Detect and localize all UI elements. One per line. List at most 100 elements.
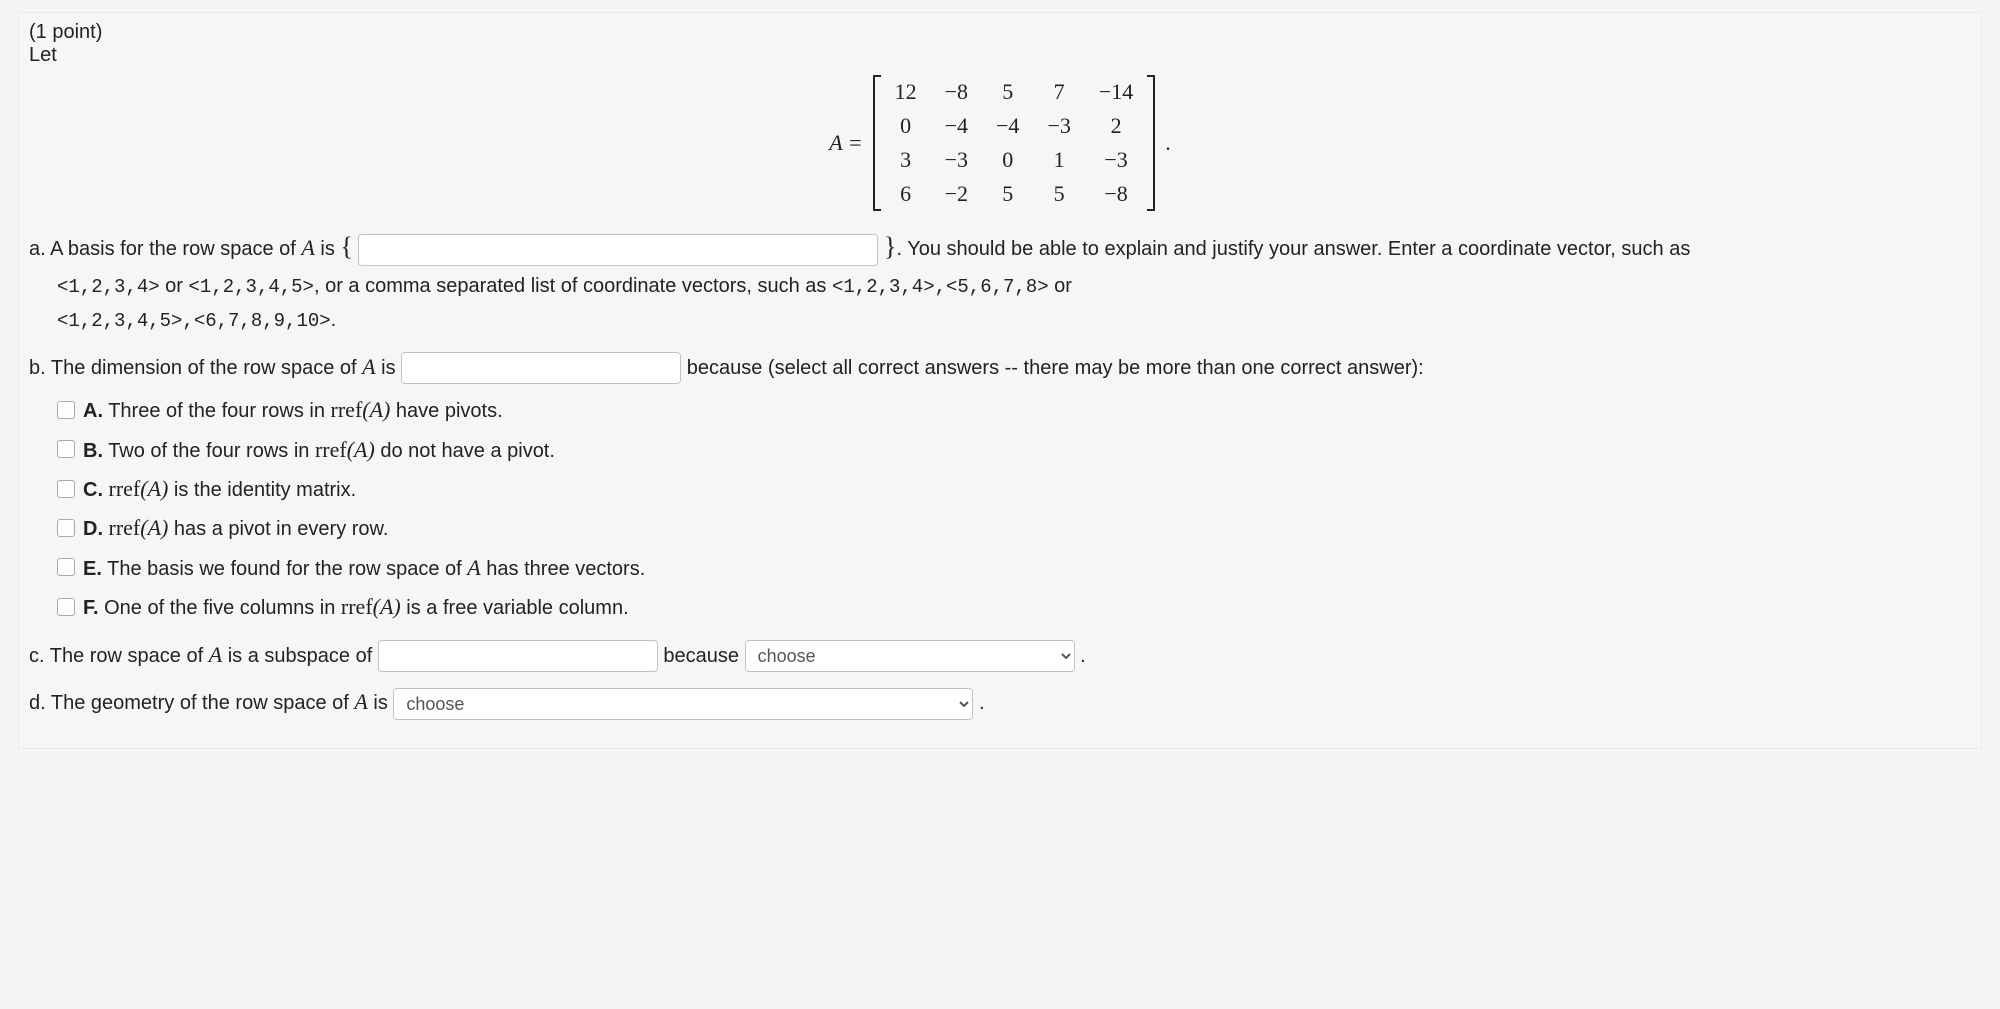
opt-bold: A.: [83, 400, 103, 422]
option-label: C. rref(A) is the identity matrix.: [83, 470, 356, 507]
text: Three of the four rows in: [103, 400, 331, 422]
cell: 1: [1033, 143, 1084, 177]
option-B: B. Two of the four rows in rref(A) do no…: [57, 431, 1971, 468]
example: <1,2,3,4,5>,<6,7,8,9,10>: [57, 310, 331, 332]
part-c: c. The row space of A is a subspace of b…: [29, 636, 1971, 673]
basis-input[interactable]: [358, 234, 878, 266]
text: has a pivot in every row.: [168, 518, 388, 540]
text: The basis we found for the row space of: [102, 558, 467, 580]
example: <1,2,3,4>: [57, 276, 160, 298]
opt-bold: D.: [83, 518, 103, 540]
checkbox-D[interactable]: [57, 519, 75, 537]
opt-bold: C.: [83, 479, 103, 501]
text: has three vectors.: [481, 558, 646, 580]
part-a-cont: <1,2,3,4> or <1,2,3,4,5>, or a comma sep…: [57, 275, 1072, 331]
geometry-select[interactable]: choose: [393, 688, 973, 720]
checkbox-B[interactable]: [57, 440, 75, 458]
cell: 0: [881, 109, 931, 143]
matrix-dot: .: [1165, 130, 1171, 156]
rbrace: }: [884, 232, 896, 261]
text: is a free variable column.: [401, 597, 629, 619]
cell: −4: [982, 109, 1033, 143]
part-a: a. A basis for the row space of A is { }…: [29, 225, 1971, 338]
checkbox-C[interactable]: [57, 480, 75, 498]
text: have pivots.: [390, 400, 502, 422]
option-D: D. rref(A) has a pivot in every row.: [57, 509, 1971, 546]
var-A: A: [467, 555, 480, 580]
paren: (A): [362, 397, 390, 422]
var-A: A: [362, 354, 375, 379]
cell: 3: [881, 143, 931, 177]
opt-bold: F.: [83, 597, 99, 619]
option-label: B. Two of the four rows in rref(A) do no…: [83, 431, 555, 468]
cell: 5: [1033, 177, 1084, 211]
problem-container: (1 point) Let A = 12 −8 5 7 −14 0 −4: [18, 12, 1982, 749]
rref: rref: [103, 515, 140, 540]
text: One of the five columns in: [99, 597, 341, 619]
part-d-is: is: [368, 692, 394, 714]
part-b-is: is: [376, 357, 402, 379]
option-E: E. The basis we found for the row space …: [57, 549, 1971, 586]
part-c-is: is a subspace of: [222, 645, 378, 667]
let-label: Let: [29, 44, 1971, 67]
matrix-equation: A = 12 −8 5 7 −14 0 −4 −4 −3: [29, 75, 1971, 211]
cell: −8: [1085, 177, 1147, 211]
part-c-pre: c. The row space of: [29, 645, 209, 667]
cell: −3: [1085, 143, 1147, 177]
cell: −3: [931, 143, 982, 177]
cell: −4: [931, 109, 982, 143]
var-A: A: [354, 689, 367, 714]
because-select[interactable]: choose: [745, 640, 1075, 672]
rref: rref: [103, 476, 140, 501]
text: is the identity matrix.: [168, 479, 356, 501]
points-label: (1 point): [29, 21, 1971, 44]
part-d-pre: d. The geometry of the row space of: [29, 692, 354, 714]
option-A: A. Three of the four rows in rref(A) hav…: [57, 391, 1971, 428]
opt-bold: E.: [83, 558, 102, 580]
bracket-right: [1147, 75, 1155, 211]
dot: .: [979, 692, 985, 714]
rref: rref: [315, 437, 347, 462]
text: or: [160, 275, 189, 297]
option-label: A. Three of the four rows in rref(A) hav…: [83, 391, 503, 428]
cell: 12: [881, 75, 931, 109]
rref: rref: [331, 397, 363, 422]
cell: 0: [982, 143, 1033, 177]
part-a-is: is: [315, 238, 341, 260]
example: <1,2,3,4,5>: [189, 276, 314, 298]
matrix-lhs: A =: [829, 130, 862, 156]
option-F: F. One of the five columns in rref(A) is…: [57, 588, 1971, 625]
subspace-input[interactable]: [378, 640, 658, 672]
opt-bold: B.: [83, 440, 103, 462]
part-b-because: because (select all correct answers -- t…: [687, 357, 1424, 379]
option-label: F. One of the five columns in rref(A) is…: [83, 588, 629, 625]
part-a-pre: a. A basis for the row space of: [29, 238, 301, 260]
part-b-pre: b. The dimension of the row space of: [29, 357, 362, 379]
dimension-input[interactable]: [401, 352, 681, 384]
example: <1,2,3,4>,<5,6,7,8>: [832, 276, 1049, 298]
paren: (A): [140, 476, 168, 501]
part-c-because: because: [663, 645, 744, 667]
cell: 2: [1085, 109, 1147, 143]
checkbox-E[interactable]: [57, 558, 75, 576]
cell: 5: [982, 177, 1033, 211]
paren: (A): [347, 437, 375, 462]
rref: rref: [341, 594, 373, 619]
cell: −2: [931, 177, 982, 211]
dot: .: [1080, 645, 1086, 667]
cell: −14: [1085, 75, 1147, 109]
text: or: [1049, 275, 1072, 297]
option-C: C. rref(A) is the identity matrix.: [57, 470, 1971, 507]
bracket-left: [873, 75, 881, 211]
var-A: A: [209, 642, 222, 667]
cell: 7: [1033, 75, 1084, 109]
option-label: D. rref(A) has a pivot in every row.: [83, 509, 388, 546]
checkbox-F[interactable]: [57, 598, 75, 616]
checkbox-A[interactable]: [57, 401, 75, 419]
cell: −3: [1033, 109, 1084, 143]
cell: 6: [881, 177, 931, 211]
text: do not have a pivot.: [375, 440, 555, 462]
option-label: E. The basis we found for the row space …: [83, 549, 645, 586]
paren: (A): [373, 594, 401, 619]
text: , or a comma separated list of coordinat…: [314, 275, 832, 297]
